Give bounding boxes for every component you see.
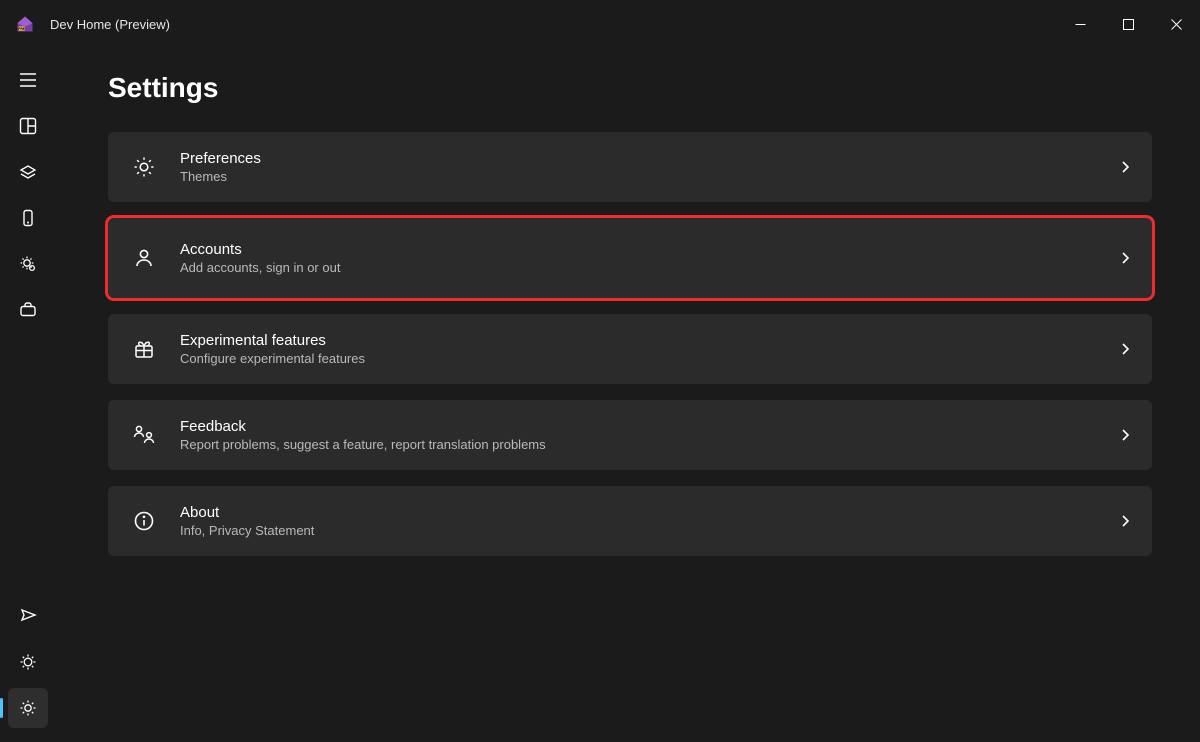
app-icon: PRE: [14, 13, 36, 35]
nav-utilities[interactable]: [8, 290, 48, 330]
chevron-right-icon: [1118, 251, 1132, 265]
gift-icon: [130, 338, 158, 360]
settings-item-subtitle: Configure experimental features: [180, 351, 1118, 366]
settings-item-about[interactable]: About Info, Privacy Statement: [108, 486, 1152, 556]
titlebar: PRE Dev Home (Preview): [0, 0, 1200, 48]
settings-item-subtitle: Info, Privacy Statement: [180, 523, 1118, 538]
minimize-button[interactable]: [1056, 0, 1104, 48]
nav-rail: [0, 48, 56, 742]
person-icon: [130, 247, 158, 269]
chevron-right-icon: [1118, 428, 1132, 442]
settings-item-text: Preferences Themes: [180, 150, 1118, 185]
chevron-right-icon: [1118, 514, 1132, 528]
chevron-right-icon: [1118, 342, 1132, 356]
nav-dashboard[interactable]: [8, 106, 48, 146]
window-controls: [1056, 0, 1200, 48]
settings-item-preferences[interactable]: Preferences Themes: [108, 132, 1152, 202]
settings-item-title: About: [180, 504, 1118, 523]
chevron-right-icon: [1118, 160, 1132, 174]
nav-feedback-icon[interactable]: [8, 596, 48, 636]
gear-icon: [130, 156, 158, 178]
settings-item-title: Experimental features: [180, 332, 1118, 351]
close-button[interactable]: [1152, 0, 1200, 48]
settings-item-title: Preferences: [180, 150, 1118, 169]
settings-item-experimental[interactable]: Experimental features Configure experime…: [108, 314, 1152, 384]
settings-item-text: About Info, Privacy Statement: [180, 504, 1118, 539]
nav-extensions[interactable]: [8, 642, 48, 682]
nav-settings[interactable]: [8, 688, 48, 728]
settings-item-subtitle: Themes: [180, 169, 1118, 184]
settings-item-subtitle: Report problems, suggest a feature, repo…: [180, 437, 1118, 452]
svg-text:PRE: PRE: [18, 27, 26, 31]
main-content: Settings Preferences Themes: [56, 48, 1200, 742]
page-title: Settings: [108, 72, 1152, 104]
settings-item-title: Feedback: [180, 418, 1118, 437]
nav-machine-config[interactable]: [8, 152, 48, 192]
body-area: Settings Preferences Themes: [0, 48, 1200, 742]
settings-item-text: Experimental features Configure experime…: [180, 332, 1118, 367]
info-icon: [130, 510, 158, 532]
app-title: Dev Home (Preview): [50, 17, 170, 32]
settings-item-accounts[interactable]: Accounts Add accounts, sign in or out: [108, 218, 1152, 298]
window: PRE Dev Home (Preview): [0, 0, 1200, 742]
settings-item-subtitle: Add accounts, sign in or out: [180, 260, 1118, 275]
feedback-icon: [130, 424, 158, 446]
nav-windows-customization[interactable]: [8, 244, 48, 284]
settings-item-feedback[interactable]: Feedback Report problems, suggest a feat…: [108, 400, 1152, 470]
nav-environments[interactable]: [8, 198, 48, 238]
settings-item-text: Feedback Report problems, suggest a feat…: [180, 418, 1118, 453]
maximize-button[interactable]: [1104, 0, 1152, 48]
settings-item-title: Accounts: [180, 241, 1118, 260]
nav-hamburger[interactable]: [8, 60, 48, 100]
settings-item-text: Accounts Add accounts, sign in or out: [180, 241, 1118, 276]
